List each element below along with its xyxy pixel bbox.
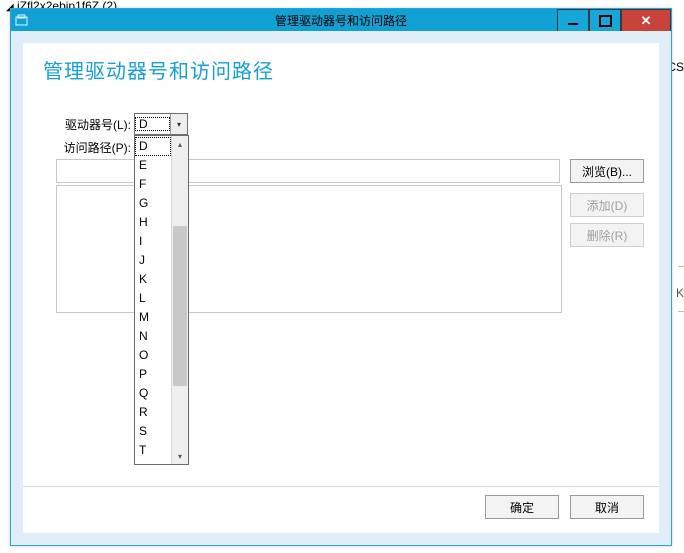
access-path-label: 访问路径(P): xyxy=(53,139,131,156)
dialog-window: 管理驱动器号和访问路径 ✕ 管理驱动器号和访问路径 驱动器号(L): D ▾ 访… xyxy=(10,8,672,546)
combo-dropdown-button[interactable]: ▾ xyxy=(170,114,187,134)
drive-letter-label: 驱动器号(L): xyxy=(53,116,131,133)
add-button: 添加(D) xyxy=(570,193,644,217)
maximize-button[interactable] xyxy=(589,9,621,32)
dropdown-item[interactable]: T xyxy=(135,441,171,460)
access-path-input[interactable] xyxy=(56,159,560,183)
dropdown-item[interactable]: J xyxy=(135,251,171,270)
close-button[interactable]: ✕ xyxy=(621,9,671,32)
dialog-body: 管理驱动器号和访问路径 驱动器号(L): D ▾ 访问路径(P): 浏览(B).… xyxy=(11,31,671,545)
chevron-up-icon: ▴ xyxy=(178,140,182,149)
dropdown-item[interactable]: S xyxy=(135,422,171,441)
browse-button[interactable]: 浏览(B)... xyxy=(570,159,644,183)
minimize-icon xyxy=(568,23,578,25)
chevron-down-icon: ▾ xyxy=(178,452,182,461)
dropdown-items: D E F G H I J K L M N O P Q R S T xyxy=(135,136,171,464)
window-controls: ✕ xyxy=(557,9,671,30)
dropdown-item[interactable]: F xyxy=(135,175,171,194)
dialog-content: 管理驱动器号和访问路径 驱动器号(L): D ▾ 访问路径(P): 浏览(B).… xyxy=(23,43,659,533)
scroll-down-button[interactable]: ▾ xyxy=(172,448,188,464)
drive-letter-value: D xyxy=(135,117,170,131)
dropdown-item[interactable]: E xyxy=(135,156,171,175)
dropdown-item[interactable]: Q xyxy=(135,384,171,403)
delete-button: 删除(R) xyxy=(570,223,644,247)
dropdown-scrollbar[interactable]: ▴ ▾ xyxy=(171,136,188,464)
dropdown-item[interactable]: N xyxy=(135,327,171,346)
dropdown-item[interactable]: K xyxy=(135,270,171,289)
minimize-button[interactable] xyxy=(557,9,589,32)
page-title: 管理驱动器号和访问路径 xyxy=(43,55,274,84)
drive-letter-row: 驱动器号(L): D ▾ xyxy=(53,113,188,135)
scroll-thumb[interactable] xyxy=(173,226,187,386)
footer-separator xyxy=(23,486,659,487)
cancel-button[interactable]: 取消 xyxy=(570,495,644,519)
dropdown-item[interactable]: R xyxy=(135,403,171,422)
drive-letter-combo[interactable]: D ▾ xyxy=(134,113,188,135)
dropdown-item[interactable]: L xyxy=(135,289,171,308)
dropdown-item[interactable]: P xyxy=(135,365,171,384)
maximize-icon xyxy=(599,15,612,27)
dropdown-item[interactable]: G xyxy=(135,194,171,213)
dropdown-item[interactable]: D xyxy=(135,137,171,156)
dropdown-item[interactable]: I xyxy=(135,232,171,251)
dropdown-item[interactable]: M xyxy=(135,308,171,327)
dropdown-item[interactable]: O xyxy=(135,346,171,365)
access-path-row: 访问路径(P): xyxy=(53,139,131,156)
ok-button[interactable]: 确定 xyxy=(485,495,559,519)
dropdown-item[interactable]: H xyxy=(135,213,171,232)
system-disk-icon[interactable] xyxy=(11,9,33,31)
scroll-up-button[interactable]: ▴ xyxy=(172,136,188,152)
paths-listbox[interactable] xyxy=(56,185,562,313)
chevron-down-icon: ▾ xyxy=(177,120,181,129)
titlebar[interactable]: 管理驱动器号和访问路径 ✕ xyxy=(11,9,671,31)
close-icon: ✕ xyxy=(641,13,652,29)
dropdown-item[interactable]: U xyxy=(135,460,171,464)
bg-right-col-label: K xyxy=(676,286,684,300)
drive-letter-dropdown[interactable]: D E F G H I J K L M N O P Q R S T xyxy=(134,135,189,465)
